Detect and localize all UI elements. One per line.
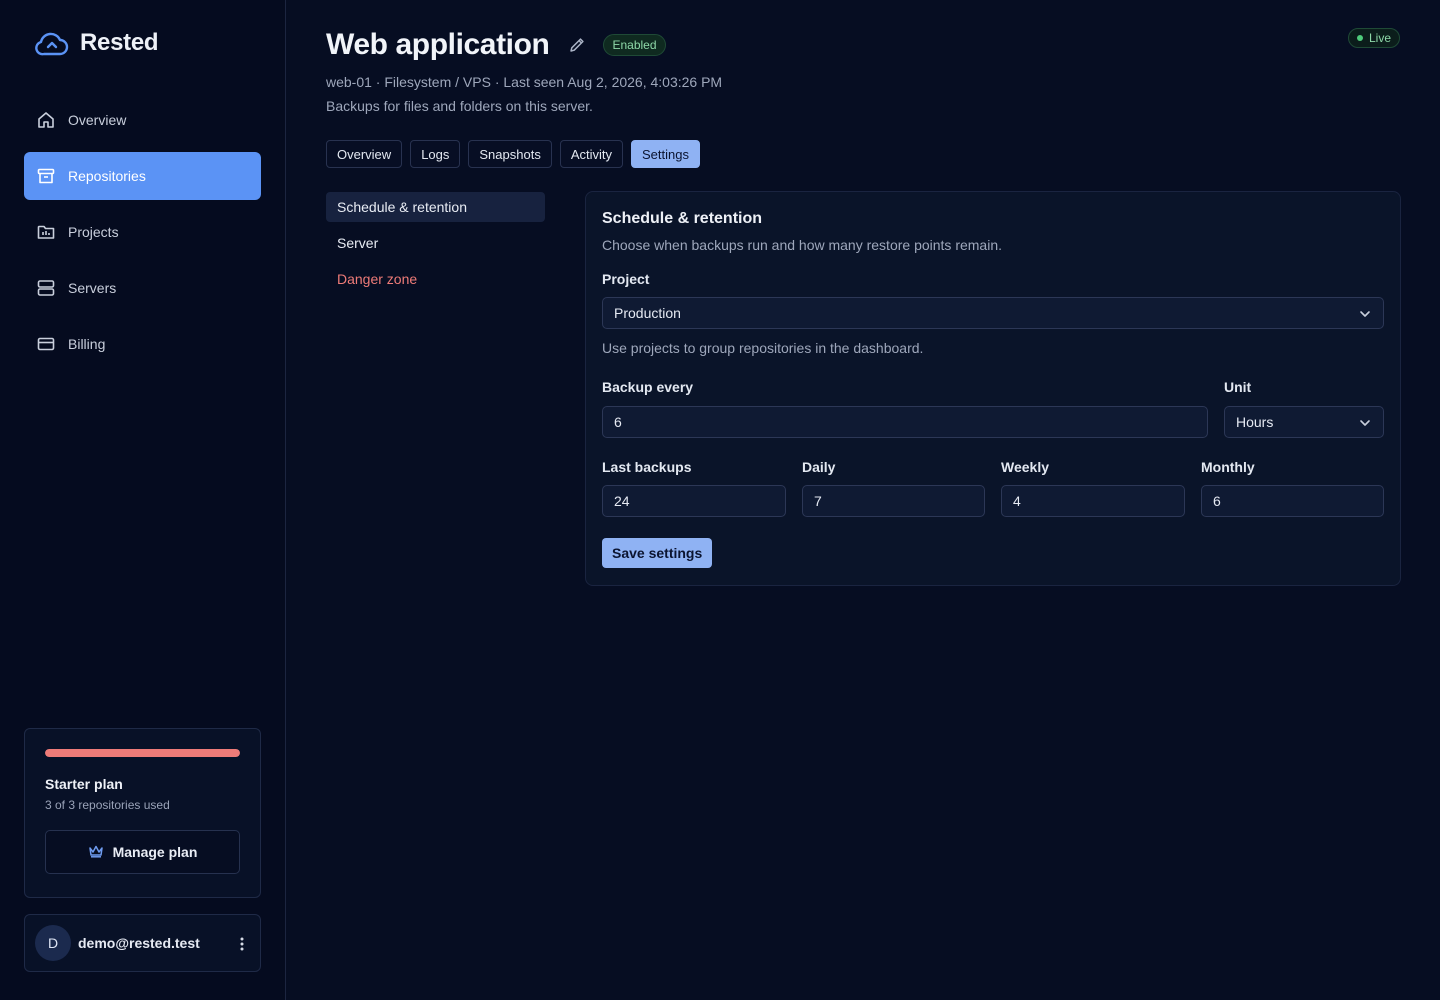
- page-title: Web application: [326, 28, 550, 61]
- chevron-down-icon: [1359, 305, 1371, 321]
- project-label: Project: [602, 271, 650, 287]
- daily-label: Daily: [802, 459, 836, 475]
- last-backups-label: Last backups: [602, 459, 692, 475]
- project-select[interactable]: Production: [602, 297, 1384, 329]
- weekly-label: Weekly: [1001, 459, 1049, 475]
- settings-nav-server[interactable]: Server: [326, 228, 545, 258]
- backup-every-input[interactable]: 6: [602, 406, 1208, 438]
- plan-usage-fill: [45, 749, 240, 757]
- schedule-retention-panel: Schedule & retention Choose when backups…: [585, 191, 1401, 586]
- unit-select[interactable]: Hours: [1224, 406, 1384, 438]
- more-vertical-icon[interactable]: [234, 934, 250, 954]
- daily-input[interactable]: 7: [802, 485, 985, 517]
- title-row: Web application Enabled: [326, 28, 666, 62]
- sidebar-item-label: Repositories: [68, 168, 146, 184]
- sidebar-item-overview[interactable]: Overview: [24, 96, 261, 144]
- chevron-down-icon: [1359, 414, 1371, 430]
- manage-plan-button[interactable]: Manage plan: [45, 830, 240, 874]
- pencil-icon[interactable]: [567, 35, 587, 55]
- tab-bar: Overview Logs Snapshots Activity Setting…: [326, 140, 700, 168]
- repository-description: Backups for files and folders on this se…: [326, 98, 593, 114]
- unit-select-value: Hours: [1236, 414, 1274, 430]
- tab-activity[interactable]: Activity: [559, 140, 623, 168]
- monthly-input[interactable]: 6: [1201, 485, 1384, 517]
- last-backups-input[interactable]: 24: [602, 485, 786, 517]
- plan-usage-bar: [45, 749, 240, 757]
- project-select-value: Production: [614, 305, 681, 321]
- user-email: demo@rested.test: [78, 935, 200, 951]
- sidebar-item-projects[interactable]: Projects: [24, 208, 261, 256]
- settings-nav-schedule[interactable]: Schedule & retention: [326, 192, 545, 222]
- sidebar-item-label: Billing: [68, 336, 106, 352]
- unit-label: Unit: [1224, 379, 1252, 395]
- repository-meta: web-01 · Filesystem / VPS · Last seen Au…: [326, 74, 723, 90]
- settings-nav-danger-zone[interactable]: Danger zone: [326, 264, 545, 294]
- sidebar-item-billing[interactable]: Billing: [24, 320, 261, 368]
- live-dot-icon: [1356, 35, 1363, 41]
- home-icon: [36, 110, 56, 130]
- tab-snapshots[interactable]: Snapshots: [468, 140, 552, 168]
- brand-name: Rested: [80, 29, 159, 56]
- project-help-text: Use projects to group repositories in th…: [602, 340, 924, 356]
- status-badge: Enabled: [603, 34, 666, 56]
- tab-logs[interactable]: Logs: [410, 140, 461, 168]
- plan-usage-text: 3 of 3 repositories used: [45, 798, 170, 812]
- plan-card: Starter plan 3 of 3 repositories used Ma…: [24, 728, 261, 898]
- cloud-logo-icon: [35, 28, 69, 58]
- sidebar-nav: Overview Repositories Projects Servers B…: [24, 96, 261, 376]
- sidebar-item-label: Projects: [68, 224, 119, 240]
- tab-settings[interactable]: Settings: [631, 140, 700, 168]
- live-badge: Live: [1347, 28, 1400, 48]
- settings-nav: Schedule & retention Server Danger zone: [326, 192, 545, 300]
- sidebar-item-repositories[interactable]: Repositories: [24, 152, 261, 200]
- main-content: Web application Enabled Live web-01 · Fi…: [286, 0, 1440, 1000]
- sidebar-item-servers[interactable]: Servers: [24, 264, 261, 312]
- user-card[interactable]: D demo@rested.test: [24, 914, 261, 972]
- weekly-input[interactable]: 4: [1001, 485, 1185, 517]
- tab-overview[interactable]: Overview: [326, 140, 403, 168]
- sidebar-item-label: Overview: [68, 112, 127, 128]
- save-settings-button[interactable]: Save settings: [602, 538, 713, 568]
- sidebar-item-label: Servers: [68, 280, 117, 296]
- panel-subtitle: Choose when backups run and how many res…: [602, 237, 1002, 253]
- avatar: D: [35, 925, 71, 961]
- plan-name: Starter plan: [45, 776, 123, 792]
- crown-icon: [88, 844, 104, 861]
- credit-card-icon: [36, 334, 56, 354]
- panel-title: Schedule & retention: [602, 210, 763, 227]
- sidebar: Rested Overview Repositories Projects Se…: [0, 0, 286, 1000]
- folder-chart-icon: [36, 222, 56, 242]
- manage-plan-label: Manage plan: [112, 844, 198, 860]
- server-icon: [36, 278, 56, 298]
- archive-icon: [36, 166, 56, 186]
- brand[interactable]: Rested: [35, 28, 159, 58]
- monthly-label: Monthly: [1201, 459, 1255, 475]
- live-label: Live: [1368, 31, 1391, 45]
- backup-every-label: Backup every: [602, 379, 694, 395]
